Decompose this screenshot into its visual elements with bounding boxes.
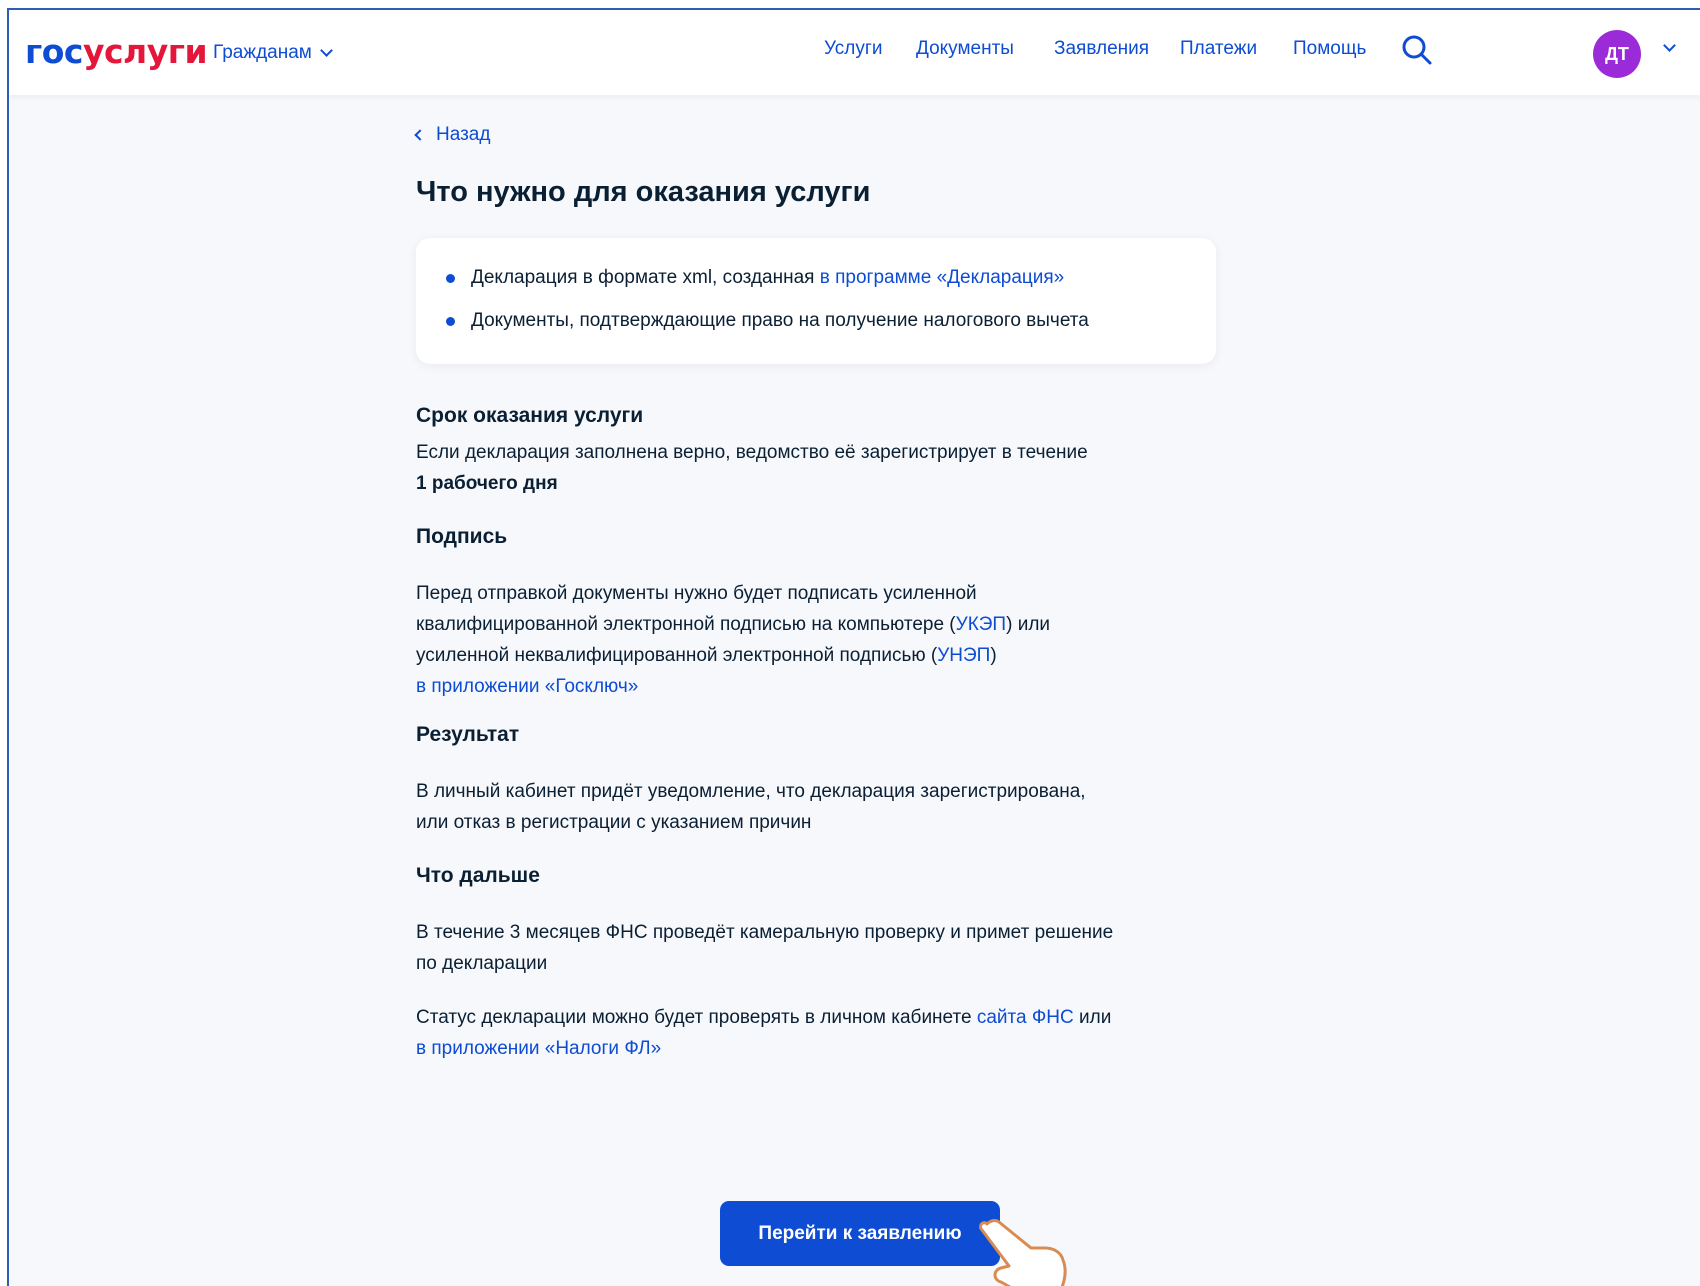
browser-frame: госуслуги Гражданам Услуги Документы Зая… <box>7 8 1700 1286</box>
signature-text: Перед отправкой документы нужно будет по… <box>416 583 1051 697</box>
requirements-card: Декларация в формате xml, созданная в пр… <box>416 238 1216 364</box>
unep-link[interactable]: УНЭП <box>937 645 990 666</box>
result-section-title: Результат <box>416 723 520 746</box>
fns-site-link[interactable]: сайта ФНС <box>977 1007 1074 1028</box>
main-nav: Услуги Документы Заявления Платежи Помощ… <box>9 38 1700 68</box>
site-header: госуслуги Гражданам Услуги Документы Зая… <box>9 10 1700 95</box>
next-text-2: Статус декларации можно будет проверять … <box>416 1007 1112 1059</box>
next-text-1: В течение 3 месяцев ФНС проведёт камерал… <box>416 922 1114 974</box>
bullet-icon <box>446 316 455 326</box>
nav-help[interactable]: Помощь <box>1293 38 1366 60</box>
bullet-icon <box>446 273 455 283</box>
signature-section-title: Подпись <box>416 525 508 548</box>
page-title: Что нужно для оказания услуги <box>416 176 871 208</box>
nav-applications[interactable]: Заявления <box>1054 38 1149 60</box>
back-link[interactable]: Назад <box>414 124 491 146</box>
ukep-link[interactable]: УКЭП <box>956 614 1006 635</box>
search-icon[interactable] <box>1401 34 1433 66</box>
hand-cursor-icon <box>979 1219 1067 1286</box>
declaration-program-link[interactable]: в программе «Декларация» <box>820 267 1065 288</box>
nav-documents[interactable]: Документы <box>916 38 1014 60</box>
requirement-item: Декларация в формате xml, созданная в пр… <box>446 267 1064 289</box>
requirement-item: Документы, подтверждающие право на получ… <box>446 310 1089 332</box>
nav-payments[interactable]: Платежи <box>1180 38 1257 60</box>
avatar-initials: ДТ <box>1605 43 1629 64</box>
result-text: В личный кабинет придёт уведомление, что… <box>416 781 1086 833</box>
nav-services[interactable]: Услуги <box>824 38 882 60</box>
next-section-title: Что дальше <box>416 864 540 887</box>
go-to-application-button[interactable]: Перейти к заявлению <box>720 1201 1000 1266</box>
back-link-label: Назад <box>436 124 491 145</box>
nalogi-app-link[interactable]: в приложении «Налоги ФЛ» <box>416 1038 661 1059</box>
user-avatar[interactable]: ДТ <box>1593 30 1641 78</box>
chevron-left-icon <box>414 129 426 141</box>
term-text: Если декларация заполнена верно, ведомст… <box>416 442 1088 494</box>
goskey-app-link[interactable]: в приложении «Госключ» <box>416 676 638 697</box>
term-section-title: Срок оказания услуги <box>416 404 644 427</box>
